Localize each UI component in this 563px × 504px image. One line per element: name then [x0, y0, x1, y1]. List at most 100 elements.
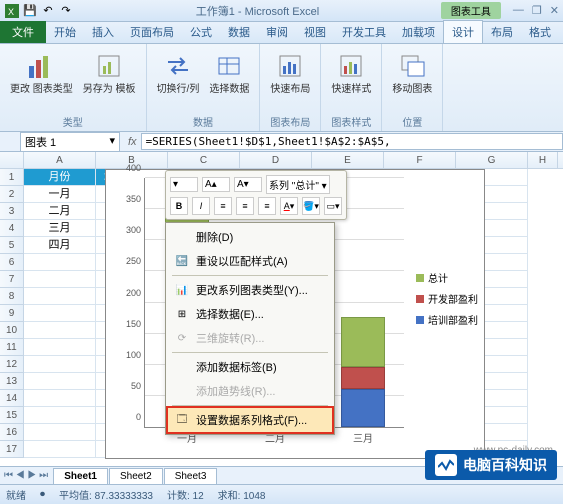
align-left-button[interactable]: ≡: [214, 197, 232, 215]
legend-item[interactable]: 开发部盈利: [416, 291, 478, 306]
row-header[interactable]: 15: [0, 407, 24, 424]
row-header[interactable]: 3: [0, 203, 24, 220]
menu-reset-style[interactable]: 🔙重设以匹配样式(A): [168, 249, 332, 273]
status-sum: 求和: 1048: [218, 487, 266, 502]
sheet-tab[interactable]: Sheet1: [53, 468, 108, 484]
tab-chart-layout[interactable]: 布局: [483, 21, 521, 43]
tab-chart-format[interactable]: 格式: [521, 21, 559, 43]
redo-icon[interactable]: ↷: [58, 3, 74, 19]
fx-icon[interactable]: fx: [128, 136, 137, 148]
cell[interactable]: 四月: [24, 237, 96, 254]
row-header[interactable]: 16: [0, 424, 24, 441]
restore-icon[interactable]: ❐: [532, 4, 542, 17]
bar-stack[interactable]: 三月: [341, 317, 385, 427]
tab-page-layout[interactable]: 页面布局: [122, 21, 182, 43]
move-chart-button[interactable]: 移动图表: [388, 48, 436, 97]
col-header[interactable]: E: [312, 152, 384, 168]
menu-rotate-3d: ⟳三维旋转(R)...: [168, 326, 332, 350]
col-header[interactable]: D: [240, 152, 312, 168]
close-icon[interactable]: ✕: [550, 4, 559, 17]
series-selector[interactable]: 系列 "总计" ▾: [266, 175, 330, 194]
row-header[interactable]: 12: [0, 356, 24, 373]
excel-icon[interactable]: X: [4, 3, 20, 19]
menu-delete[interactable]: 删除(D): [168, 225, 332, 249]
save-icon[interactable]: 💾: [22, 3, 38, 19]
col-header[interactable]: C: [168, 152, 240, 168]
select-data-button[interactable]: 选择数据: [205, 48, 253, 97]
tab-view[interactable]: 视图: [296, 21, 334, 43]
row-header[interactable]: 11: [0, 339, 24, 356]
select-all-corner[interactable]: [0, 152, 24, 168]
bold-button[interactable]: B: [170, 197, 188, 215]
tab-review[interactable]: 审阅: [258, 21, 296, 43]
tab-home[interactable]: 开始: [46, 21, 84, 43]
font-grow[interactable]: A▴: [202, 177, 230, 192]
row-header[interactable]: 8: [0, 288, 24, 305]
formula-bar-row: 图表 1 ▾ fx =SERIES(Sheet1!$D$1,Sheet1!$A$…: [0, 132, 563, 152]
trendline-icon: [174, 383, 190, 399]
undo-icon[interactable]: ↶: [40, 3, 56, 19]
dropdown-icon[interactable]: ▾: [109, 134, 115, 150]
font-shrink[interactable]: A▾: [234, 177, 262, 192]
col-header[interactable]: G: [456, 152, 528, 168]
sheet-tab[interactable]: Sheet3: [164, 468, 218, 484]
status-bar: 就绪 ⏺ 平均值: 87.33333333 计数: 12 求和: 1048: [0, 484, 563, 504]
font-color-button[interactable]: A▾: [280, 197, 298, 215]
save-template-button[interactable]: 另存为 模板: [79, 48, 140, 97]
cell[interactable]: 一月: [24, 186, 96, 203]
quick-style-button[interactable]: 快速样式: [327, 48, 375, 97]
border-button[interactable]: ▭▾: [324, 197, 342, 215]
row-header[interactable]: 10: [0, 322, 24, 339]
tab-insert[interactable]: 插入: [84, 21, 122, 43]
row-header[interactable]: 1: [0, 169, 24, 186]
tab-data[interactable]: 数据: [220, 21, 258, 43]
fill-color-button[interactable]: 🪣▾: [302, 197, 320, 215]
cell[interactable]: 三月: [24, 220, 96, 237]
col-header[interactable]: F: [384, 152, 456, 168]
tab-formulas[interactable]: 公式: [182, 21, 220, 43]
tab-addins[interactable]: 加载项: [394, 21, 443, 43]
row-header[interactable]: 6: [0, 254, 24, 271]
macro-record-icon[interactable]: ⏺: [40, 489, 45, 500]
cell[interactable]: 月份: [24, 169, 96, 186]
name-box[interactable]: 图表 1 ▾: [20, 132, 120, 152]
cell[interactable]: 二月: [24, 203, 96, 220]
menu-select-data[interactable]: ⊞选择数据(E)...: [168, 302, 332, 326]
row-header[interactable]: 13: [0, 373, 24, 390]
ribbon-group-data: 切换行/列 选择数据 数据: [147, 44, 261, 131]
legend-item[interactable]: 总计: [416, 270, 478, 285]
chart-legend[interactable]: 总计 开发部盈利 培训部盈利: [416, 270, 478, 333]
minimize-icon[interactable]: —: [513, 4, 524, 17]
tab-design[interactable]: 设计: [443, 20, 483, 43]
file-tab[interactable]: 文件: [0, 21, 46, 43]
menu-change-type[interactable]: 📊更改系列图表类型(Y)...: [168, 278, 332, 302]
change-chart-type-button[interactable]: 更改 图表类型: [6, 48, 77, 97]
align-center-button[interactable]: ≡: [236, 197, 254, 215]
row-header[interactable]: 2: [0, 186, 24, 203]
switch-row-col-button[interactable]: 切换行/列: [153, 48, 204, 97]
watermark-badge: 电脑百科知识: [425, 450, 557, 480]
font-size-select[interactable]: ▾: [170, 177, 198, 192]
italic-button[interactable]: I: [192, 197, 210, 215]
move-chart-icon: [396, 50, 428, 82]
menu-format-series[interactable]: 🗔设置数据系列格式(F)...: [168, 408, 332, 432]
col-header[interactable]: H: [528, 152, 558, 168]
menu-add-labels[interactable]: 添加数据标签(B): [168, 355, 332, 379]
legend-item[interactable]: 培训部盈利: [416, 312, 478, 327]
row-header[interactable]: 4: [0, 220, 24, 237]
row-header[interactable]: 5: [0, 237, 24, 254]
row-header[interactable]: 9: [0, 305, 24, 322]
row-header[interactable]: 17: [0, 441, 24, 458]
tab-developer[interactable]: 开发工具: [334, 21, 394, 43]
row-header[interactable]: 14: [0, 390, 24, 407]
quick-layout-button[interactable]: 快速布局: [266, 48, 314, 97]
status-mode: 就绪: [6, 487, 26, 502]
sheet-tab[interactable]: Sheet2: [109, 468, 163, 484]
status-avg: 平均值: 87.33333333: [59, 487, 153, 502]
col-header[interactable]: A: [24, 152, 96, 168]
row-header[interactable]: 7: [0, 271, 24, 288]
switch-icon: [162, 50, 194, 82]
formula-input[interactable]: =SERIES(Sheet1!$D$1,Sheet1!$A$2:$A$5,: [141, 133, 563, 150]
sheet-nav[interactable]: ⏮ ◀ ▶ ⏭: [0, 470, 52, 481]
align-right-button[interactable]: ≡: [258, 197, 276, 215]
